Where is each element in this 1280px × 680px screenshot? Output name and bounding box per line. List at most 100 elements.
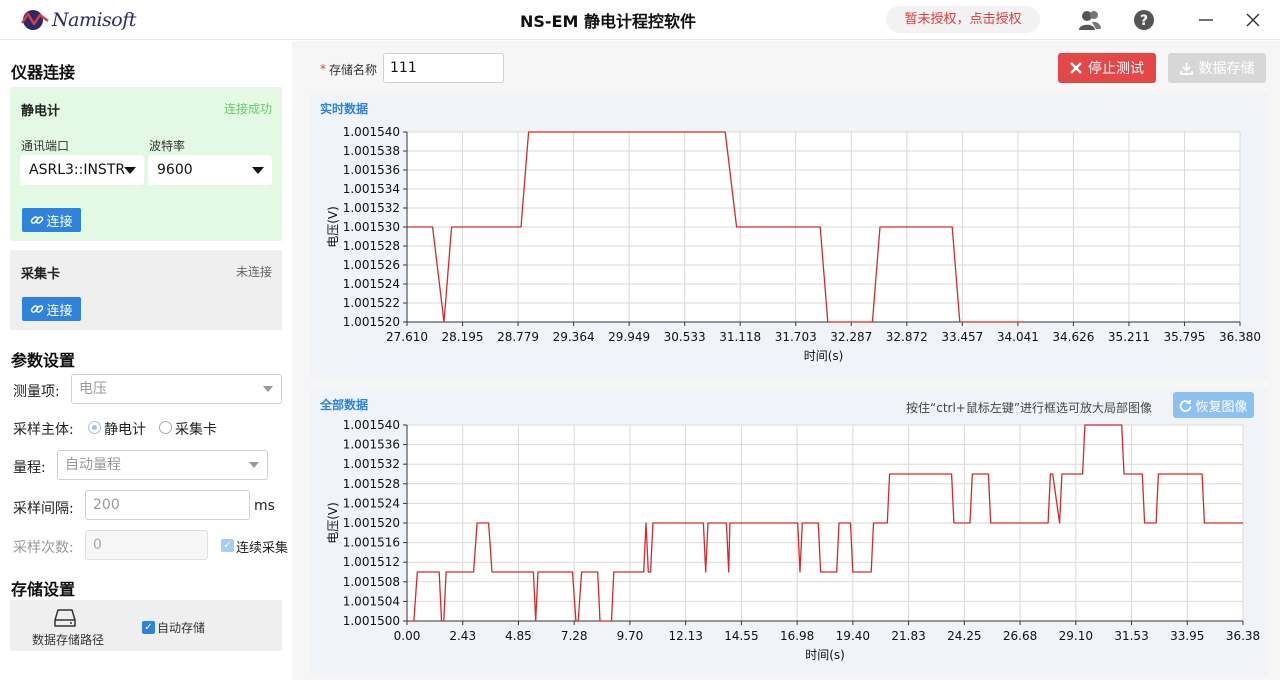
- y-tick-label: 1.001540: [343, 125, 400, 139]
- baud-select[interactable]: 9600: [148, 155, 272, 185]
- y-tick-label: 1.001524: [343, 277, 400, 291]
- y-tick-label: 1.001522: [343, 296, 400, 310]
- electrometer-card: 静电计 连接成功 通讯端口 波特率 ASRL3::INSTR 9600 连接: [10, 87, 282, 241]
- y-tick-label: 1.001516: [343, 536, 400, 550]
- minimize-icon[interactable]: [1194, 8, 1218, 32]
- all-data-chart[interactable]: 0.00 2.43 4.85 7.28 9.70 12.13 14.55 16.98 19.40…: [310, 389, 1268, 676]
- baud-label: 波特率: [149, 139, 186, 153]
- y-tick-label: 1.001536: [343, 163, 400, 177]
- help-icon[interactable]: ?: [1132, 8, 1156, 32]
- close-icon: [1070, 62, 1082, 74]
- baud-value: 9600: [157, 162, 193, 178]
- y-tick-label: 1.001524: [343, 496, 400, 510]
- y-tick-label: 1.001528: [343, 477, 400, 491]
- x-tick-label: 26.68: [1003, 629, 1037, 643]
- x-tick-label: 4.85: [505, 629, 532, 643]
- count-input[interactable]: 0: [85, 530, 208, 560]
- range-select[interactable]: 自动量程: [57, 450, 268, 480]
- x-tick-label: 34.041: [997, 330, 1039, 344]
- chevron-down-icon: [249, 462, 259, 468]
- daq-title: 采集卡: [21, 267, 61, 282]
- storage-card: 数据存储路径 ✓ 自动存储: [10, 600, 282, 651]
- electrometer-connect-button[interactable]: 连接: [22, 208, 81, 232]
- x-tick-label: 16.98: [780, 629, 814, 643]
- measure-label: 测量项:: [13, 384, 60, 400]
- link-icon: [31, 305, 44, 313]
- x-tick-label: 31.53: [1114, 629, 1148, 643]
- subject-label: 采样主体:: [13, 422, 74, 438]
- x-tick-label: 36.380: [1219, 330, 1261, 344]
- save-data-label: 数据存储: [1198, 61, 1255, 77]
- license-button[interactable]: 暂未授权，点击授权: [886, 6, 1040, 33]
- realtime-panel: 实时数据 27.610 28.195 28.779 29.364 29.949 30.53…: [310, 93, 1268, 379]
- port-label: 通讯端口: [21, 139, 70, 153]
- auto-save-label: 自动存储: [157, 621, 206, 635]
- y-tick-label: 1.001520: [343, 315, 400, 329]
- realtime-chart[interactable]: 27.610 28.195 28.779 29.364 29.949 30.533 31.1…: [310, 93, 1268, 379]
- continuous-label: 连续采集: [236, 541, 289, 556]
- close-icon[interactable]: [1241, 8, 1265, 32]
- y-tick-label: 1.001532: [343, 457, 400, 471]
- chevron-down-icon: [124, 167, 136, 174]
- daq-connect-button[interactable]: 连接: [22, 297, 81, 321]
- x-tick-label: 32.287: [830, 330, 872, 344]
- daq-status: 未连接: [235, 265, 272, 279]
- x-tick-label: 32.872: [886, 330, 928, 344]
- connect-label: 连接: [46, 303, 73, 319]
- x-tick-label: 14.55: [724, 629, 758, 643]
- measure-select[interactable]: 电压: [71, 374, 282, 404]
- y-tick-label: 1.001520: [343, 516, 400, 530]
- chevron-down-icon: [263, 386, 273, 392]
- storage-name-input[interactable]: 111: [383, 53, 504, 83]
- x-tick-label: 36.38: [1226, 629, 1260, 643]
- x-tick-label: 27.610: [386, 330, 428, 344]
- x-tick-label: 29.364: [553, 330, 595, 344]
- y-tick-label: 1.001528: [343, 239, 400, 253]
- y-tick-label: 1.001500: [343, 614, 400, 628]
- interval-unit: ms: [254, 498, 275, 514]
- stop-test-button[interactable]: 停止测试: [1058, 53, 1156, 83]
- title-bar: Namisoft NS-EM 静电计程控软件 暂未授权，点击授权 ?: [0, 0, 1280, 40]
- y-tick-label: 1.001508: [343, 575, 400, 589]
- name-label: 存储名称: [329, 63, 378, 77]
- interval-value: 200: [93, 497, 120, 513]
- main-area: * 存储名称 111 停止测试 数据存储 实时数据 27.610 28.195 28…: [292, 41, 1280, 680]
- y-tick-label: 1.001534: [343, 182, 400, 196]
- hard-drive-icon: [54, 609, 76, 627]
- x-tick-label: 12.13: [668, 629, 702, 643]
- port-select[interactable]: ASRL3::INSTR: [20, 155, 144, 185]
- x-tick-label: 35.795: [1163, 330, 1205, 344]
- instrument-section-title: 仪器连接: [11, 63, 76, 82]
- y-axis-label: 电压(V): [326, 502, 340, 544]
- y-tick-label: 1.001512: [343, 555, 400, 569]
- y-tick-label: 1.001504: [343, 594, 400, 608]
- x-tick-label: 31.118: [719, 330, 761, 344]
- y-tick-label: 1.001538: [343, 144, 400, 158]
- subject-radio-electrometer[interactable]: [88, 421, 101, 434]
- subject-option-electrometer: 静电计: [104, 422, 146, 438]
- y-tick-label: 1.001530: [343, 220, 400, 234]
- electrometer-title: 静电计: [21, 104, 61, 119]
- x-tick-label: 2.43: [449, 629, 476, 643]
- subject-radio-daq[interactable]: [159, 421, 172, 434]
- save-data-button[interactable]: 数据存储: [1168, 53, 1266, 83]
- range-label: 量程:: [13, 460, 46, 476]
- count-label: 采样次数:: [13, 540, 74, 556]
- chevron-down-icon: [252, 167, 264, 174]
- storage-name-value: 111: [390, 60, 417, 76]
- required-mark: *: [320, 62, 326, 76]
- interval-input[interactable]: 200: [85, 490, 250, 520]
- link-icon: [31, 216, 44, 224]
- x-tick-label: 28.779: [497, 330, 539, 344]
- x-tick-label: 29.949: [608, 330, 650, 344]
- users-icon[interactable]: [1078, 8, 1102, 32]
- auto-save-checkbox[interactable]: ✓: [142, 621, 155, 634]
- x-tick-label: 31.703: [775, 330, 817, 344]
- storage-path-button[interactable]: [54, 608, 76, 632]
- measure-value: 电压: [79, 381, 107, 397]
- subject-option-daq: 采集卡: [175, 422, 217, 438]
- x-tick-label: 24.25: [947, 629, 981, 643]
- x-tick-label: 0.00: [394, 629, 421, 643]
- continuous-checkbox[interactable]: ✓: [221, 539, 234, 552]
- port-value: ASRL3::INSTR: [29, 162, 126, 178]
